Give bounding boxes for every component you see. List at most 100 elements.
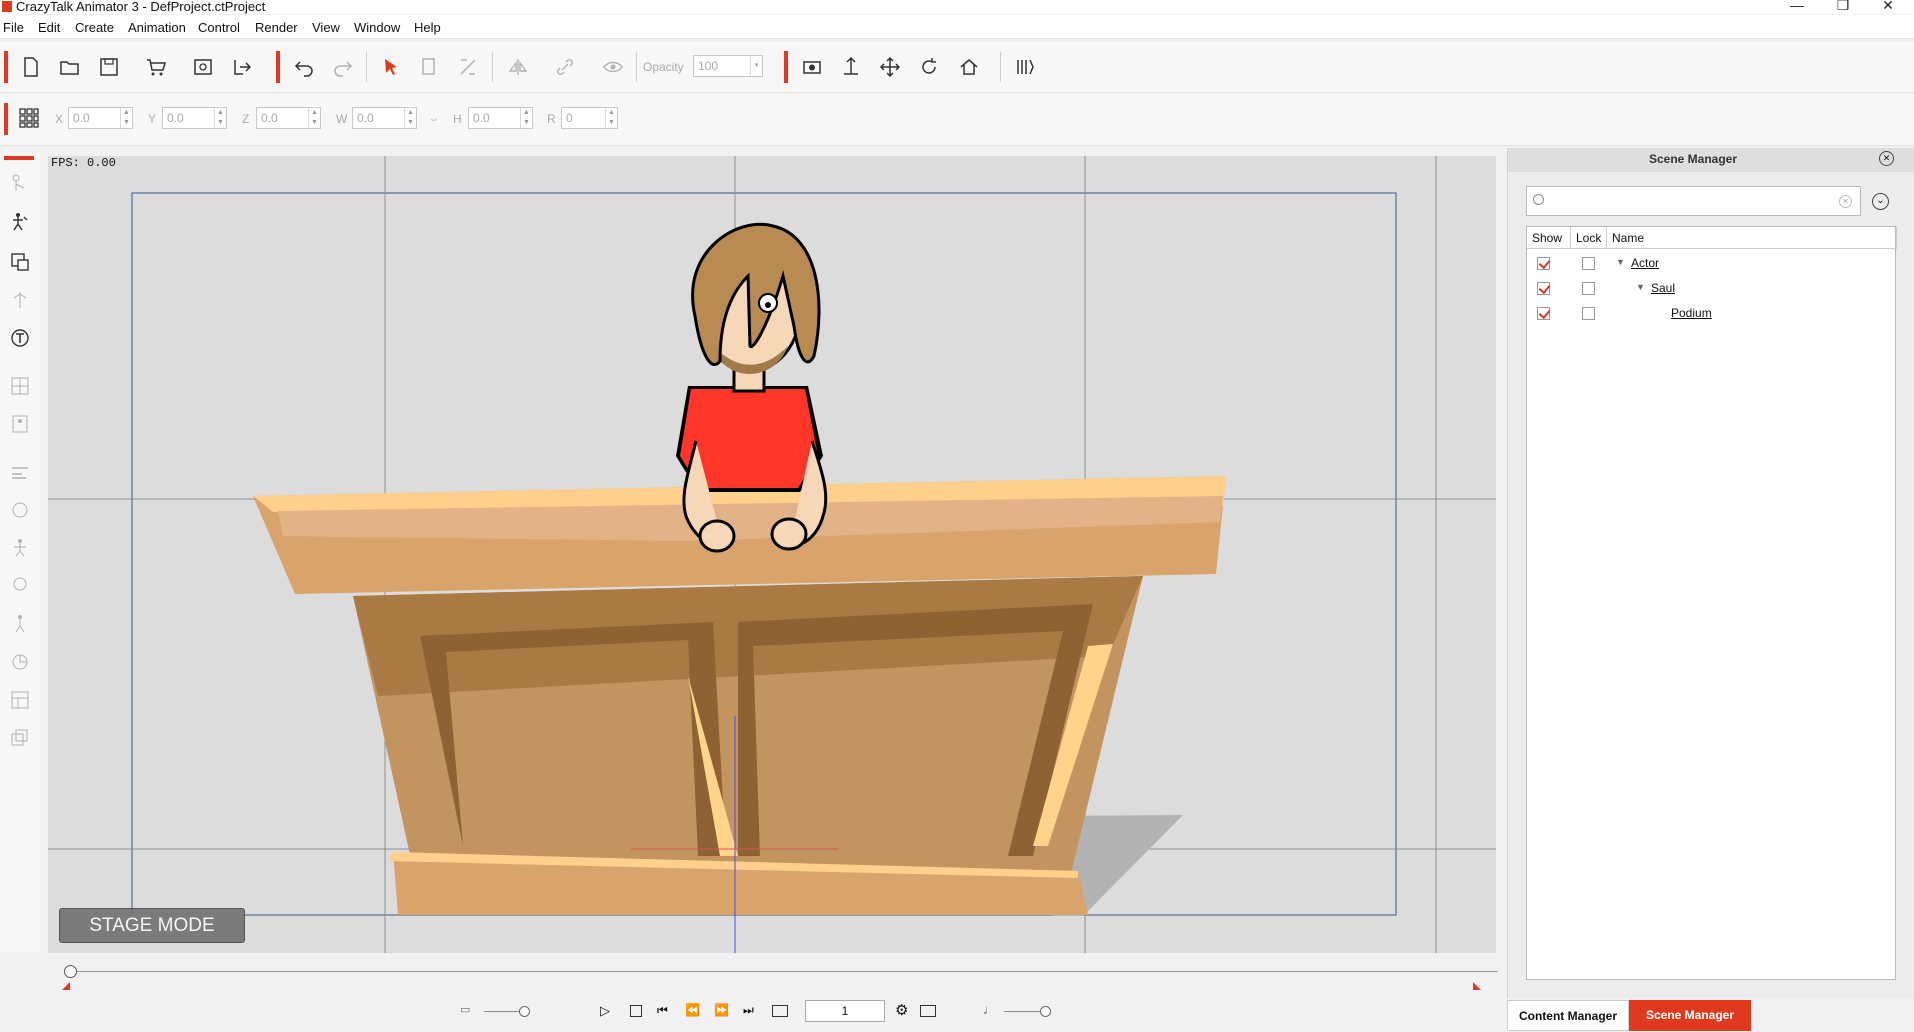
audio-note-icon[interactable]: ♩ (983, 1002, 996, 1017)
volume-slider-thumb[interactable] (1040, 1006, 1051, 1017)
speed-icon[interactable]: ▭ (460, 1003, 470, 1016)
tree-row-saul[interactable]: ▼ Saul (1527, 276, 1897, 300)
export-icon[interactable] (227, 52, 257, 82)
column-name[interactable]: Name (1607, 227, 1897, 249)
save-icon[interactable] (94, 52, 124, 82)
h-field[interactable]: 0.0 ▲ ▼ (468, 107, 533, 129)
last-frame-icon[interactable]: ⏭ (743, 1003, 754, 1018)
loop-icon[interactable] (772, 1005, 788, 1017)
tree-item-label[interactable]: Podium (1671, 306, 1712, 320)
layout-tool-icon[interactable] (8, 688, 32, 712)
bone-tool-icon[interactable] (8, 172, 32, 196)
spinner-arrows-icon[interactable]: ▲ ▼ (520, 108, 532, 128)
dropdown-arrow-icon[interactable]: ▾ (750, 56, 762, 76)
opacity-field[interactable]: 100 ▾ (693, 55, 763, 77)
scene-edit-icon[interactable] (8, 250, 32, 274)
play-icon[interactable]: ▷ (600, 1003, 610, 1019)
spinner-arrows-icon[interactable]: ▲ ▼ (605, 108, 617, 128)
lock-checkbox[interactable] (1582, 307, 1595, 320)
grid-tool-icon[interactable] (8, 374, 32, 398)
body-tool-icon[interactable] (8, 536, 32, 560)
select-arrow-icon[interactable] (376, 52, 406, 82)
link-ratio-icon[interactable]: ⇔ (429, 114, 439, 125)
undo-icon[interactable] (289, 52, 319, 82)
next-frame-icon[interactable]: ⏩ (714, 1003, 729, 1017)
camera-icon[interactable] (797, 52, 827, 82)
frame-number-field[interactable]: 1 (805, 1000, 885, 1022)
new-file-icon[interactable] (16, 52, 46, 82)
walk-tool-icon[interactable] (8, 612, 32, 636)
open-folder-icon[interactable] (55, 52, 85, 82)
lock-checkbox[interactable] (1582, 282, 1595, 295)
actor-pose-icon[interactable] (8, 210, 32, 234)
spinner-arrows-icon[interactable]: ▲ ▼ (308, 108, 320, 128)
y-field[interactable]: 0.0 ▲ ▼ (162, 107, 227, 129)
scene-search-input[interactable]: ✕ (1526, 186, 1861, 216)
content-store-icon[interactable] (141, 52, 171, 82)
menu-help[interactable]: Help (414, 20, 441, 35)
timeline-scrubber[interactable] (64, 965, 77, 978)
tree-item-label[interactable]: Saul (1651, 281, 1675, 295)
menu-window[interactable]: Window (354, 20, 400, 35)
text-tool-icon[interactable] (8, 326, 32, 350)
preview-icon[interactable] (188, 52, 218, 82)
r-field[interactable]: 0 ▲ ▼ (561, 107, 618, 129)
link-icon[interactable] (550, 52, 580, 82)
puppet-tool-icon[interactable] (8, 412, 32, 436)
rotate-icon[interactable] (914, 52, 944, 82)
menu-render[interactable]: Render (255, 20, 298, 35)
stage-viewport[interactable] (48, 156, 1496, 953)
expand-arrow-icon[interactable]: ▼ (1636, 282, 1645, 292)
x-field[interactable]: 0.0 ▲ ▼ (68, 107, 133, 129)
speed-slider-thumb[interactable] (519, 1006, 530, 1017)
motion-tool-icon[interactable] (8, 288, 32, 312)
spinner-arrows-icon[interactable]: ▲ ▼ (214, 108, 226, 128)
tree-row-podium[interactable]: Podium (1527, 301, 1897, 325)
expand-arrow-icon[interactable]: ▼ (1616, 257, 1625, 267)
menu-edit[interactable]: Edit (38, 20, 60, 35)
minimize-icon[interactable]: — (1779, 0, 1815, 13)
redo-icon[interactable] (328, 52, 358, 82)
head-tool-icon[interactable] (8, 574, 32, 598)
show-checkbox[interactable] (1537, 282, 1550, 295)
menu-file[interactable]: File (3, 20, 24, 35)
transform-icon[interactable] (453, 52, 483, 82)
timeline-tool-icon[interactable] (8, 460, 32, 484)
grid-align-icon[interactable] (14, 103, 44, 133)
clone-icon[interactable] (414, 52, 444, 82)
w-field[interactable]: 0.0 ▲ ▼ (352, 107, 417, 129)
timeline-panel-icon[interactable] (920, 1005, 936, 1017)
search-field[interactable] (1549, 190, 1829, 212)
timeline-track[interactable] (70, 971, 1498, 972)
face-tool-icon[interactable] (8, 498, 32, 522)
menu-view[interactable]: View (312, 20, 340, 35)
settings-gear-icon[interactable]: ⚙ (895, 1001, 908, 1019)
tree-row-actor[interactable]: ▼ Actor (1527, 251, 1897, 275)
tree-item-label[interactable]: Actor (1631, 256, 1659, 270)
render-icon[interactable] (1010, 52, 1040, 82)
tab-content-manager[interactable]: Content Manager (1507, 1000, 1629, 1031)
stop-icon[interactable] (630, 1005, 642, 1017)
prop-tool-icon[interactable] (8, 650, 32, 674)
range-start-marker[interactable] (62, 982, 70, 990)
spinner-arrows-icon[interactable]: ▲ ▼ (404, 108, 416, 128)
flip-icon[interactable] (503, 52, 533, 82)
close-panel-icon[interactable]: ✕ (1879, 151, 1894, 166)
spinner-arrows-icon[interactable]: ▲ ▼ (120, 108, 132, 128)
column-lock[interactable]: Lock (1571, 227, 1607, 249)
lock-checkbox[interactable] (1582, 257, 1595, 270)
stage-mode-badge[interactable]: STAGE MODE (59, 908, 245, 943)
restore-icon[interactable]: ❐ (1825, 0, 1861, 13)
tab-scene-manager[interactable]: Scene Manager (1629, 1000, 1751, 1031)
close-window-icon[interactable]: ✕ (1870, 0, 1906, 13)
move-icon[interactable] (875, 52, 905, 82)
move-z-icon[interactable] (836, 52, 866, 82)
show-checkbox[interactable] (1537, 307, 1550, 320)
range-end-marker[interactable] (1473, 982, 1481, 990)
options-dropdown-icon[interactable]: ⌄ (1872, 193, 1889, 210)
first-frame-icon[interactable]: ⏮ (657, 1003, 668, 1018)
menu-create[interactable]: Create (75, 20, 114, 35)
column-show[interactable]: Show (1527, 227, 1571, 249)
duplicate-tool-icon[interactable] (8, 726, 32, 750)
home-icon[interactable] (954, 52, 984, 82)
